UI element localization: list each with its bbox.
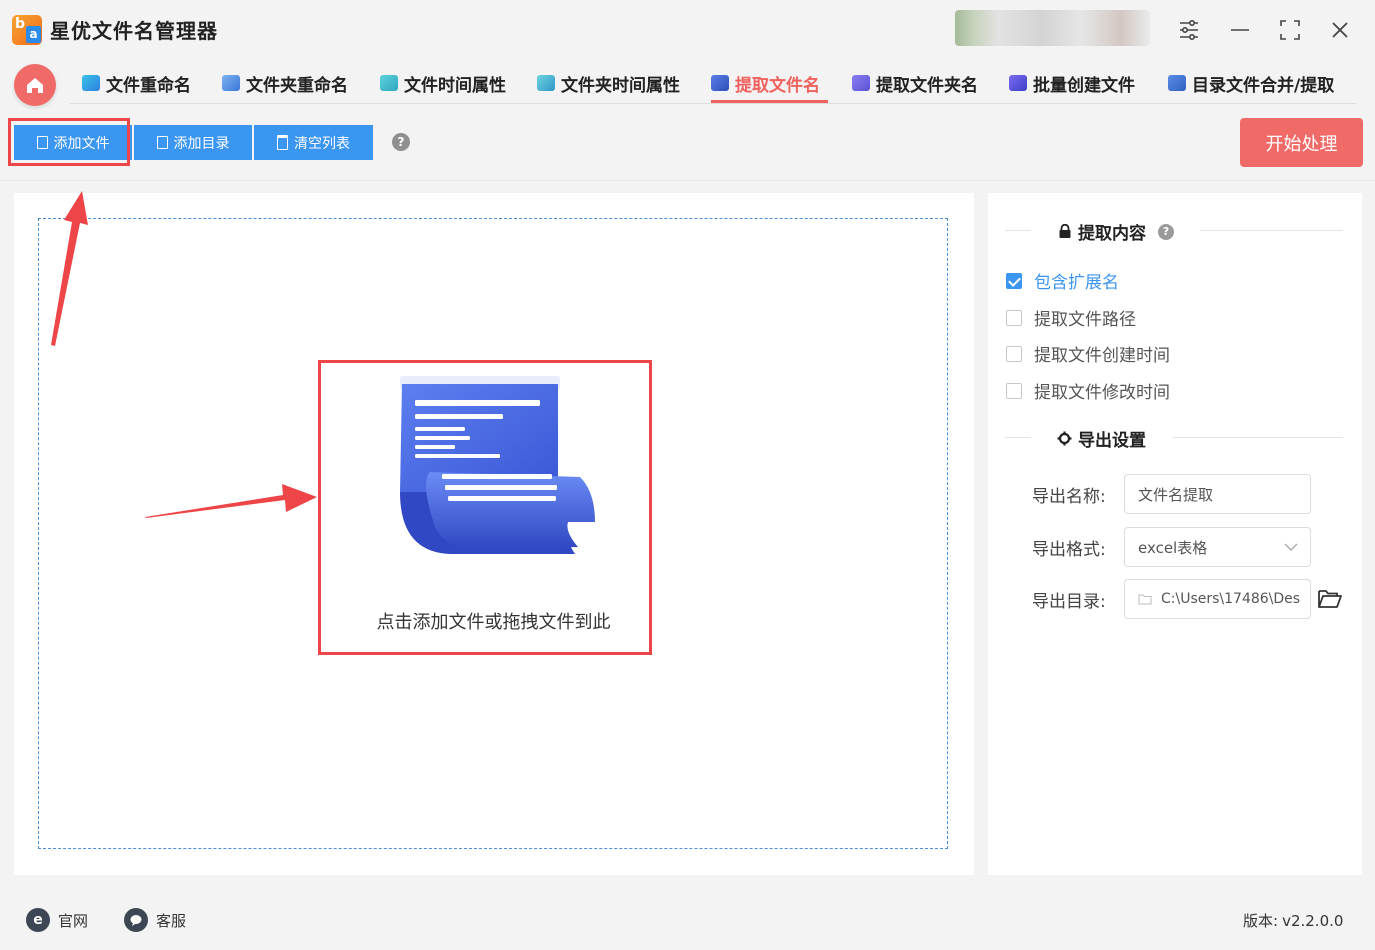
export-name-input[interactable]: 文件名提取 bbox=[1124, 474, 1311, 514]
file-time-icon bbox=[380, 75, 398, 91]
merge-extract-icon bbox=[1168, 75, 1186, 91]
rename-folder-icon bbox=[222, 75, 240, 91]
clear-list-label: 清空列表 bbox=[294, 135, 350, 152]
lock-icon bbox=[1059, 224, 1071, 238]
export-dir-label: 导出目录: bbox=[1032, 592, 1106, 612]
start-processing-button[interactable]: 开始处理 bbox=[1240, 118, 1363, 167]
website-label: 官网 bbox=[58, 911, 89, 930]
extract-filename-icon bbox=[711, 75, 729, 91]
tab-label: 文件重命名 bbox=[106, 75, 191, 96]
option-extract-created-time[interactable]: 提取文件创建时间 bbox=[1006, 341, 1170, 366]
add-directory-button[interactable]: 添加目录 bbox=[134, 125, 252, 160]
gear-icon bbox=[1057, 431, 1072, 446]
tab-rename-folder[interactable]: 文件夹重命名 bbox=[222, 68, 348, 98]
export-format-label: 导出格式: bbox=[1032, 540, 1106, 560]
footer bbox=[0, 890, 1375, 950]
user-avatar-blurred[interactable] bbox=[955, 10, 1150, 46]
export-section-title: 导出设置 bbox=[1057, 426, 1146, 451]
help-icon[interactable]: ? bbox=[392, 133, 410, 151]
close-icon[interactable] bbox=[1324, 14, 1356, 46]
extract-section-label: 提取内容 bbox=[1078, 224, 1146, 244]
option-include-extension[interactable]: 包含扩展名 bbox=[1006, 268, 1119, 293]
add-directory-label: 添加目录 bbox=[173, 135, 230, 152]
tab-label: 提取文件夹名 bbox=[876, 75, 978, 96]
export-name-label: 导出名称: bbox=[1032, 487, 1106, 507]
tab-label: 目录文件合并/提取 bbox=[1192, 75, 1335, 96]
checkbox[interactable] bbox=[1006, 382, 1022, 399]
annotation-highlight-add-file bbox=[8, 118, 130, 166]
version-label: 版本: bbox=[1243, 912, 1279, 930]
minimize-icon[interactable] bbox=[1224, 14, 1256, 46]
maximize-icon[interactable] bbox=[1274, 14, 1306, 46]
tab-batch-create[interactable]: 批量创建文件 bbox=[1009, 68, 1135, 98]
section-divider bbox=[1200, 230, 1343, 231]
tab-extract-foldername[interactable]: 提取文件夹名 bbox=[852, 68, 978, 98]
tab-label: 提取文件名 bbox=[735, 75, 820, 96]
app-title: 星优文件名管理器 bbox=[50, 19, 218, 43]
version-info: 版本: v2.2.0.0 bbox=[1243, 910, 1343, 931]
section-divider bbox=[1005, 230, 1031, 231]
folder-icon bbox=[1138, 594, 1152, 604]
checkbox[interactable] bbox=[1006, 309, 1022, 326]
rename-file-icon bbox=[82, 75, 100, 91]
tab-merge-extract[interactable]: 目录文件合并/提取 bbox=[1168, 68, 1334, 98]
tab-folder-time[interactable]: 文件夹时间属性 bbox=[537, 68, 680, 98]
export-name-value: 文件名提取 bbox=[1138, 485, 1214, 504]
clear-list-button[interactable]: 清空列表 bbox=[254, 125, 373, 160]
active-tab-indicator bbox=[711, 100, 828, 103]
folder-open-icon[interactable] bbox=[1317, 588, 1343, 610]
option-extract-path[interactable]: 提取文件路径 bbox=[1006, 305, 1136, 330]
option-label: 提取文件路径 bbox=[1034, 310, 1136, 330]
section-divider bbox=[1173, 437, 1343, 438]
checkbox-checked[interactable] bbox=[1006, 272, 1022, 289]
option-label: 包含扩展名 bbox=[1034, 273, 1119, 293]
checkbox[interactable] bbox=[1006, 345, 1022, 362]
version-number: v2.2.0.0 bbox=[1282, 912, 1344, 930]
home-button[interactable] bbox=[14, 64, 56, 106]
tab-label: 文件夹重命名 bbox=[246, 75, 348, 96]
tab-rename-file[interactable]: 文件重命名 bbox=[82, 68, 191, 98]
option-label: 提取文件修改时间 bbox=[1034, 383, 1170, 403]
export-format-value: excel表格 bbox=[1138, 538, 1208, 557]
folder-time-icon bbox=[537, 75, 555, 91]
extract-foldername-icon bbox=[852, 75, 870, 91]
website-link[interactable]: e 官网 bbox=[26, 908, 88, 932]
file-icon bbox=[156, 136, 168, 149]
tab-label: 文件时间属性 bbox=[404, 75, 506, 96]
help-icon[interactable]: ? bbox=[1158, 223, 1174, 240]
export-dir-value: C:\Users\17486\Des bbox=[1161, 591, 1301, 607]
section-divider bbox=[1005, 437, 1031, 438]
option-extract-modified-time[interactable]: 提取文件修改时间 bbox=[1006, 378, 1170, 403]
tab-label: 批量创建文件 bbox=[1033, 75, 1135, 96]
extract-section-title: 提取内容 ? bbox=[1058, 219, 1174, 244]
support-label: 客服 bbox=[156, 911, 187, 930]
ie-icon: e bbox=[26, 908, 50, 932]
tab-file-time[interactable]: 文件时间属性 bbox=[380, 68, 506, 98]
annotation-highlight-drop-zone bbox=[318, 360, 652, 655]
chevron-down-icon bbox=[1284, 543, 1298, 551]
export-dir-input[interactable]: C:\Users\17486\Des bbox=[1124, 579, 1311, 619]
app-logo: ba bbox=[12, 15, 42, 45]
support-link[interactable]: 客服 bbox=[124, 908, 186, 932]
tab-extract-filename[interactable]: 提取文件名 bbox=[711, 68, 820, 98]
home-icon bbox=[27, 78, 43, 93]
trash-icon bbox=[277, 135, 288, 150]
tab-divider bbox=[70, 103, 1356, 104]
option-label: 提取文件创建时间 bbox=[1034, 346, 1170, 366]
tab-label: 文件夹时间属性 bbox=[561, 75, 680, 96]
chat-bubble-icon bbox=[124, 908, 148, 932]
export-format-select[interactable]: excel表格 bbox=[1124, 527, 1311, 567]
batch-create-icon bbox=[1009, 75, 1027, 91]
settings-icon[interactable] bbox=[1173, 14, 1205, 46]
export-section-label: 导出设置 bbox=[1078, 431, 1146, 451]
